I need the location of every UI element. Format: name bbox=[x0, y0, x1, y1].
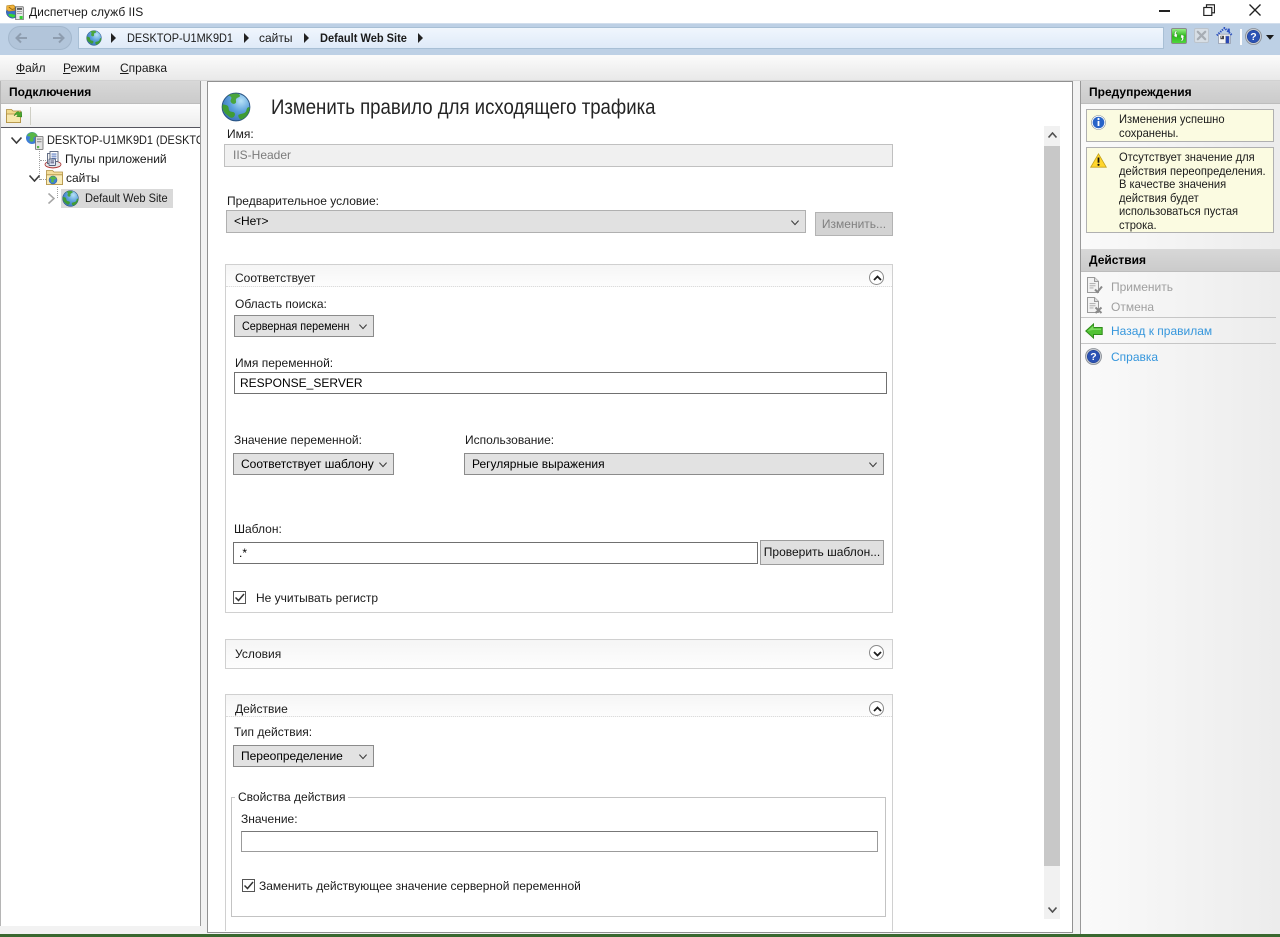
svg-text:?: ? bbox=[1250, 31, 1256, 43]
svg-text:?: ? bbox=[1090, 351, 1096, 363]
